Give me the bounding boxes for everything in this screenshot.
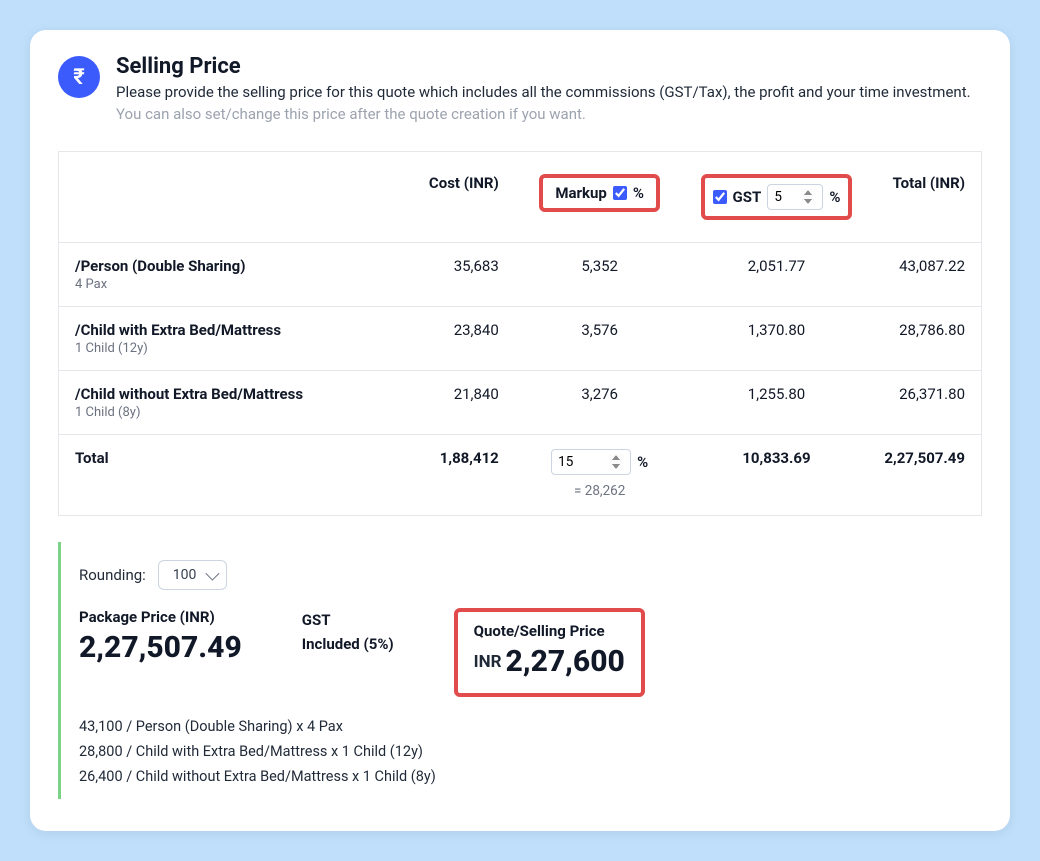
table-row: /Person (Double Sharing) 4 Pax 35,683 5,… <box>59 243 982 307</box>
rounding-select[interactable]: 100 <box>158 560 228 590</box>
row-sub: 1 Child (12y) <box>75 341 360 356</box>
row-cost: 21,840 <box>376 371 515 435</box>
package-price-label: Package Price (INR) <box>79 608 242 626</box>
quote-currency: INR <box>474 652 502 672</box>
row-name: /Child without Extra Bed/Mattress <box>75 385 360 403</box>
total-label: Total <box>59 435 376 516</box>
gst-included-block: GST Included (5%) <box>302 608 394 656</box>
row-gst: 1,255.80 <box>685 371 869 435</box>
row-markup: 5,352 <box>515 243 685 307</box>
gst-enable-checkbox[interactable] <box>713 190 727 204</box>
table-row: /Child without Extra Bed/Mattress 1 Chil… <box>59 371 982 435</box>
package-price-value: 2,27,507.49 <box>79 630 242 665</box>
quote-price-label: Quote/Selling Price <box>474 622 625 640</box>
card-header: ₹ Selling Price Please provide the selli… <box>58 54 982 123</box>
selling-price-card: ₹ Selling Price Please provide the selli… <box>30 30 1010 831</box>
row-cost: 35,683 <box>376 243 515 307</box>
summary-panel: Rounding: 100 Package Price (INR) 2,27,5… <box>58 542 982 799</box>
row-sub: 1 Child (8y) <box>75 405 360 420</box>
row-gst: 2,051.77 <box>685 243 869 307</box>
price-breakdown: 43,100 / Person (Double Sharing) x 4 Pax… <box>79 715 972 789</box>
row-cost: 23,840 <box>376 307 515 371</box>
rounding-label: Rounding: <box>79 566 146 584</box>
table-total-row: Total 1,88,412 % = 28,262 10,833.69 2,27… <box>59 435 982 516</box>
package-price-block: Package Price (INR) 2,27,507.49 <box>79 608 242 665</box>
percent-sign: % <box>637 451 648 474</box>
markup-equals: = 28,262 <box>531 481 669 501</box>
breakdown-line: 26,400 / Child without Extra Bed/Mattres… <box>79 765 972 790</box>
row-markup: 3,276 <box>515 371 685 435</box>
percent-sign: % <box>633 184 644 202</box>
quote-price-value: 2,27,600 <box>506 644 625 679</box>
quote-price-block: Quote/Selling Price INR2,27,600 <box>454 608 645 697</box>
breakdown-line: 28,800 / Child with Extra Bed/Mattress x… <box>79 740 972 765</box>
row-total: 26,371.80 <box>868 371 981 435</box>
row-total: 43,087.22 <box>868 243 981 307</box>
col-gst: GST % <box>685 152 869 243</box>
col-total: Total (INR) <box>868 152 981 243</box>
gst-percent-input[interactable] <box>767 184 823 210</box>
rupee-icon: ₹ <box>58 56 100 98</box>
row-gst: 1,370.80 <box>685 307 869 371</box>
pricing-table: Cost (INR) Markup % GST % <box>58 151 982 516</box>
gst-included-line2: Included (5%) <box>302 632 394 656</box>
table-row: /Child with Extra Bed/Mattress 1 Child (… <box>59 307 982 371</box>
total-cost: 1,88,412 <box>376 435 515 516</box>
markup-percent-checkbox[interactable] <box>613 186 627 200</box>
markup-percent-input[interactable] <box>551 449 631 475</box>
col-cost: Cost (INR) <box>376 152 515 243</box>
page-hint: You can also set/change this price after… <box>116 105 971 123</box>
percent-sign: % <box>829 188 840 206</box>
rounding-value: 100 <box>173 567 197 583</box>
markup-label: Markup <box>555 184 607 202</box>
page-description: Please provide the selling price for thi… <box>116 83 971 101</box>
col-name <box>59 152 376 243</box>
chevron-down-icon <box>206 567 220 581</box>
row-name: /Child with Extra Bed/Mattress <box>75 321 360 339</box>
row-markup: 3,576 <box>515 307 685 371</box>
row-sub: 4 Pax <box>75 277 360 292</box>
total-total: 2,27,507.49 <box>868 435 981 516</box>
gst-label: GST <box>733 188 762 206</box>
row-total: 28,786.80 <box>868 307 981 371</box>
page-title: Selling Price <box>116 54 971 79</box>
total-gst: 10,833.69 <box>685 435 869 516</box>
gst-included-line1: GST <box>302 608 394 632</box>
col-markup: Markup % <box>515 152 685 243</box>
row-name: /Person (Double Sharing) <box>75 257 360 275</box>
breakdown-line: 43,100 / Person (Double Sharing) x 4 Pax <box>79 715 972 740</box>
